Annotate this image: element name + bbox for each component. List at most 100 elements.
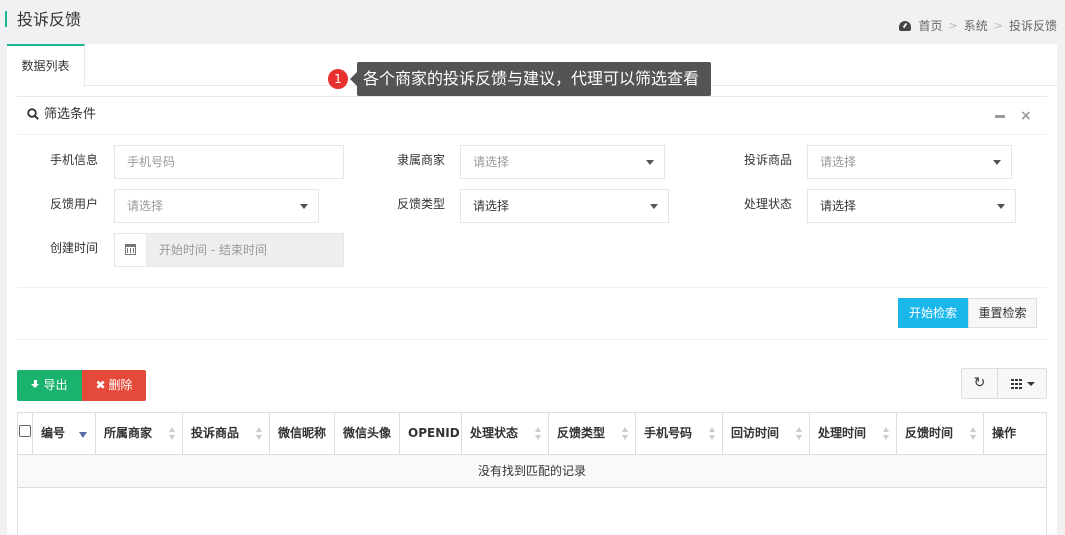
col-header-merchant[interactable]: 所属商家 <box>96 413 183 454</box>
empty-table-row: 没有找到匹配的记录 <box>18 455 1046 488</box>
merchant-select-value: 请选择 <box>473 155 510 169</box>
col-header-process-status-label: 处理状态 <box>470 426 519 440</box>
breadcrumb-home[interactable]: 首页 <box>919 17 943 35</box>
col-header-merchant-label: 所属商家 <box>104 426 153 440</box>
breadcrumb-system[interactable]: 系统 <box>964 17 988 35</box>
delete-label: 删除 <box>108 378 133 392</box>
col-header-product-label: 投诉商品 <box>191 426 240 440</box>
col-header-product[interactable]: 投诉商品 <box>183 413 270 454</box>
col-header-actions-label: 操作 <box>992 426 1017 440</box>
delete-icon: ✖ <box>95 378 106 392</box>
type-select[interactable]: 请选择 <box>460 189 669 223</box>
caret-down-icon <box>1027 382 1035 386</box>
date-range-input[interactable]: 开始时间 - 结束时间 <box>114 233 344 267</box>
refresh-icon: ↻ <box>973 375 986 391</box>
col-header-revisit-time-label: 回访时间 <box>731 426 780 440</box>
columns-toggle-button[interactable] <box>997 368 1047 399</box>
col-header-actions: 操作 <box>984 413 1046 454</box>
export-button[interactable]: 导出 <box>17 370 82 401</box>
page-title: 投诉反馈 <box>17 10 82 29</box>
sort-icon <box>970 427 977 441</box>
date-range-placeholder: 开始时间 - 结束时间 <box>159 243 267 257</box>
col-header-process-status[interactable]: 处理状态 <box>462 413 549 454</box>
search-button[interactable]: 开始检索 <box>898 298 968 328</box>
col-header-feedback-time-label: 反馈时间 <box>905 426 954 440</box>
col-header-id[interactable]: 编号 <box>33 413 96 454</box>
step-badge: 1 <box>328 69 348 89</box>
status-label: 处理状态 <box>743 197 792 211</box>
sort-desc-icon <box>79 432 87 438</box>
close-icon[interactable]: × <box>1020 108 1032 124</box>
col-header-openid-label: OPENID <box>408 426 460 440</box>
product-select[interactable]: 请选择 <box>807 145 1012 179</box>
phone-label: 手机信息 <box>49 153 98 167</box>
chevron-down-icon <box>300 204 308 209</box>
created-label: 创建时间 <box>49 241 98 255</box>
product-label: 投诉商品 <box>743 153 792 167</box>
type-label: 反馈类型 <box>396 197 445 211</box>
col-header-process-time-label: 处理时间 <box>818 426 867 440</box>
type-select-value: 请选择 <box>473 199 510 213</box>
breadcrumb-current: 投诉反馈 <box>1008 19 1057 33</box>
chevron-down-icon <box>646 160 654 165</box>
col-header-nickname: 微信昵称 <box>270 413 335 454</box>
export-label: 导出 <box>43 378 68 392</box>
minimize-icon[interactable] <box>995 115 1005 118</box>
col-header-phone-label: 手机号码 <box>644 426 693 440</box>
chevron-down-icon <box>997 204 1005 209</box>
grid-icon <box>1011 379 1022 389</box>
status-select-value: 请选择 <box>820 199 857 213</box>
phone-input[interactable]: 手机号码 <box>114 145 344 179</box>
breadcrumb-separator: > <box>948 19 958 32</box>
col-header-avatar-label: 微信头像 <box>343 426 392 440</box>
select-all-cell <box>18 413 33 454</box>
status-select[interactable]: 请选择 <box>807 189 1016 223</box>
filter-header: 筛选条件 × <box>17 97 1047 135</box>
sort-icon <box>256 427 263 441</box>
filter-title: 筛选条件 <box>44 107 97 122</box>
filter-divider <box>17 287 1047 288</box>
tab-data-list[interactable]: 数据列表 <box>7 44 85 87</box>
col-header-id-label: 编号 <box>41 426 66 440</box>
data-table: 编号 所属商家 投诉商品 微信昵称 微信头像 OPENID 处理状态 反馈类型 … <box>17 412 1047 535</box>
sort-icon <box>796 427 803 441</box>
chevron-down-icon <box>993 160 1001 165</box>
col-header-nickname-label: 微信昵称 <box>278 426 327 440</box>
col-header-feedback-time[interactable]: 反馈时间 <box>897 413 984 454</box>
refresh-button[interactable]: ↻ <box>961 368 998 399</box>
merchant-label: 隶属商家 <box>396 153 445 167</box>
sort-icon <box>883 427 890 441</box>
filter-bottom-divider <box>17 339 1047 340</box>
guide-tooltip: 各个商家的投诉反馈与建议，代理可以筛选查看 <box>350 62 711 96</box>
col-header-openid: OPENID <box>400 413 462 454</box>
merchant-select[interactable]: 请选择 <box>460 145 665 179</box>
user-select[interactable]: 请选择 <box>114 189 319 223</box>
calendar-icon <box>125 244 136 255</box>
download-icon <box>31 380 40 390</box>
breadcrumb: 首页 > 系统 > 投诉反馈 <box>898 17 1057 35</box>
sort-icon <box>709 427 716 441</box>
col-header-avatar: 微信头像 <box>335 413 400 454</box>
sort-icon <box>535 427 542 441</box>
user-select-value: 请选择 <box>127 199 164 213</box>
reset-button[interactable]: 重置检索 <box>968 298 1037 328</box>
breadcrumb-separator: > <box>993 19 1003 32</box>
col-header-revisit-time[interactable]: 回访时间 <box>723 413 810 454</box>
dashboard-icon <box>898 21 911 31</box>
col-header-feedback-type[interactable]: 反馈类型 <box>549 413 636 454</box>
search-icon <box>27 108 39 120</box>
chevron-down-icon <box>650 204 658 209</box>
table-header: 编号 所属商家 投诉商品 微信昵称 微信头像 OPENID 处理状态 反馈类型 … <box>18 413 1046 455</box>
col-header-feedback-type-label: 反馈类型 <box>557 426 606 440</box>
user-label: 反馈用户 <box>49 197 98 211</box>
select-all-checkbox[interactable] <box>19 425 31 437</box>
product-select-value: 请选择 <box>820 155 857 169</box>
col-header-process-time[interactable]: 处理时间 <box>810 413 897 454</box>
col-header-phone[interactable]: 手机号码 <box>636 413 723 454</box>
filter-panel: 筛选条件 × 手机信息 手机号码 隶属商家 请选择 投诉商品 请选择 反馈用户 … <box>17 96 1047 340</box>
sort-icon <box>169 427 176 441</box>
date-addon <box>115 234 147 266</box>
title-accent-bar <box>5 11 7 27</box>
top-bar: 投诉反馈 首页 > 系统 > 投诉反馈 <box>0 0 1065 44</box>
delete-button[interactable]: ✖ 删除 <box>82 370 146 401</box>
